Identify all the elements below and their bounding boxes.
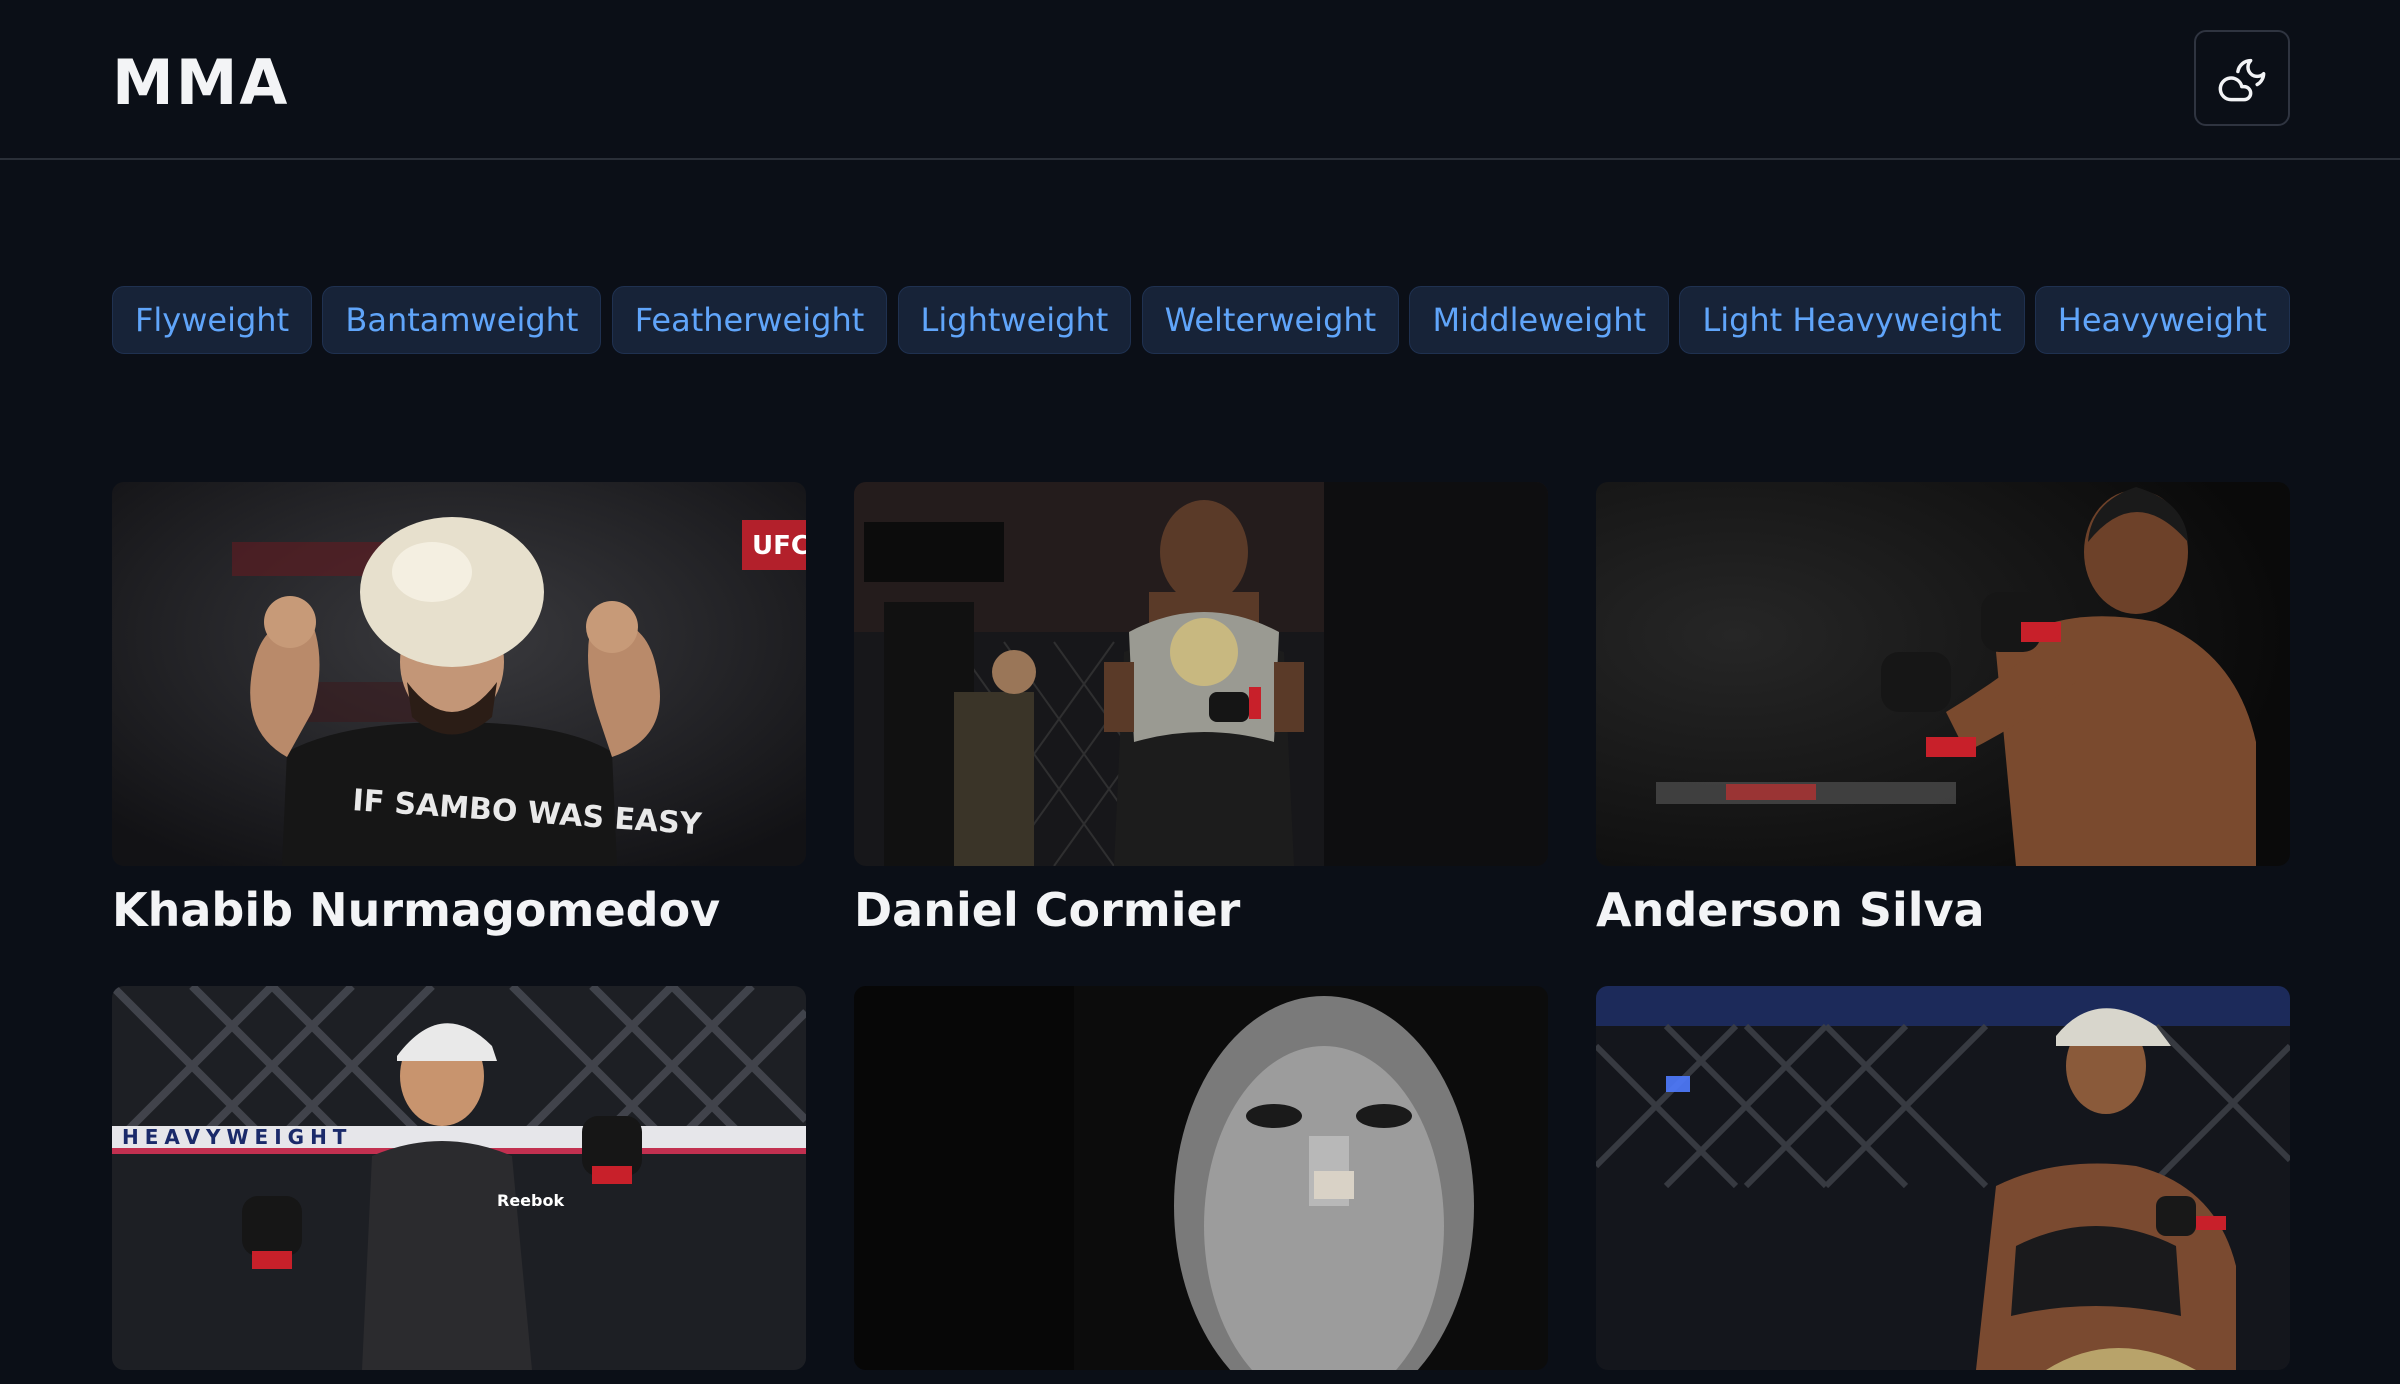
site-logo[interactable]: MMA — [112, 48, 289, 118]
chip-flyweight[interactable]: Flyweight — [112, 286, 313, 354]
fighter-photo[interactable]: HEAVYWEIGHT Reebok — [112, 986, 806, 1370]
fighter-photo-image: HEAVYWEIGHT Reebok — [112, 986, 806, 1370]
fighter-name[interactable]: Khabib Nurmagomedov — [112, 880, 806, 940]
fighter-card[interactable]: Daniel Cormier — [854, 482, 1548, 940]
fighter-photo[interactable] — [1596, 482, 2290, 866]
weight-class-filter: Flyweight Bantamweight Featherweight Lig… — [112, 286, 2290, 354]
fighter-name[interactable]: Daniel Cormier — [854, 880, 1548, 940]
site-header: MMA — [0, 0, 2400, 160]
fighter-photo[interactable]: UFC IF SAMBO WAS EASY — [112, 482, 806, 866]
fighter-photo-image — [854, 986, 1548, 1370]
chip-middleweight[interactable]: Middleweight — [1409, 286, 1670, 354]
svg-text:Reebok: Reebok — [497, 1191, 564, 1210]
chip-light-heavyweight[interactable]: Light Heavyweight — [1679, 286, 2025, 354]
chip-heavyweight[interactable]: Heavyweight — [2034, 286, 2290, 354]
fighter-photo-image: UFC IF SAMBO WAS EASY — [112, 482, 806, 866]
chip-featherweight[interactable]: Featherweight — [611, 286, 888, 354]
fighter-card[interactable] — [854, 986, 1548, 1384]
fighter-photo[interactable] — [854, 482, 1548, 866]
fighter-card[interactable]: UFC IF SAMBO WAS EASY Khabib Nurmagomedo… — [112, 482, 806, 940]
chip-welterweight[interactable]: Welterweight — [1141, 286, 1400, 354]
svg-text:HEAVYWEIGHT: HEAVYWEIGHT — [122, 1125, 352, 1149]
fighter-name[interactable]: Anderson Silva — [1596, 880, 2290, 940]
fighter-photo[interactable] — [1596, 986, 2290, 1370]
fighter-photo-image — [1596, 986, 2290, 1370]
theme-toggle-button[interactable] — [2194, 30, 2290, 126]
fighter-photo-image — [854, 482, 1548, 866]
fighter-photo[interactable] — [854, 986, 1548, 1370]
fighter-photo-image — [1596, 482, 2290, 866]
fighter-card[interactable] — [1596, 986, 2290, 1384]
fighter-card[interactable]: HEAVYWEIGHT Reebok — [112, 986, 806, 1384]
svg-text:UFC: UFC — [752, 531, 806, 561]
chip-bantamweight[interactable]: Bantamweight — [322, 286, 602, 354]
chip-lightweight[interactable]: Lightweight — [897, 286, 1132, 354]
fighter-card[interactable]: Anderson Silva — [1596, 482, 2290, 940]
cloud-moon-icon — [2218, 58, 2266, 102]
